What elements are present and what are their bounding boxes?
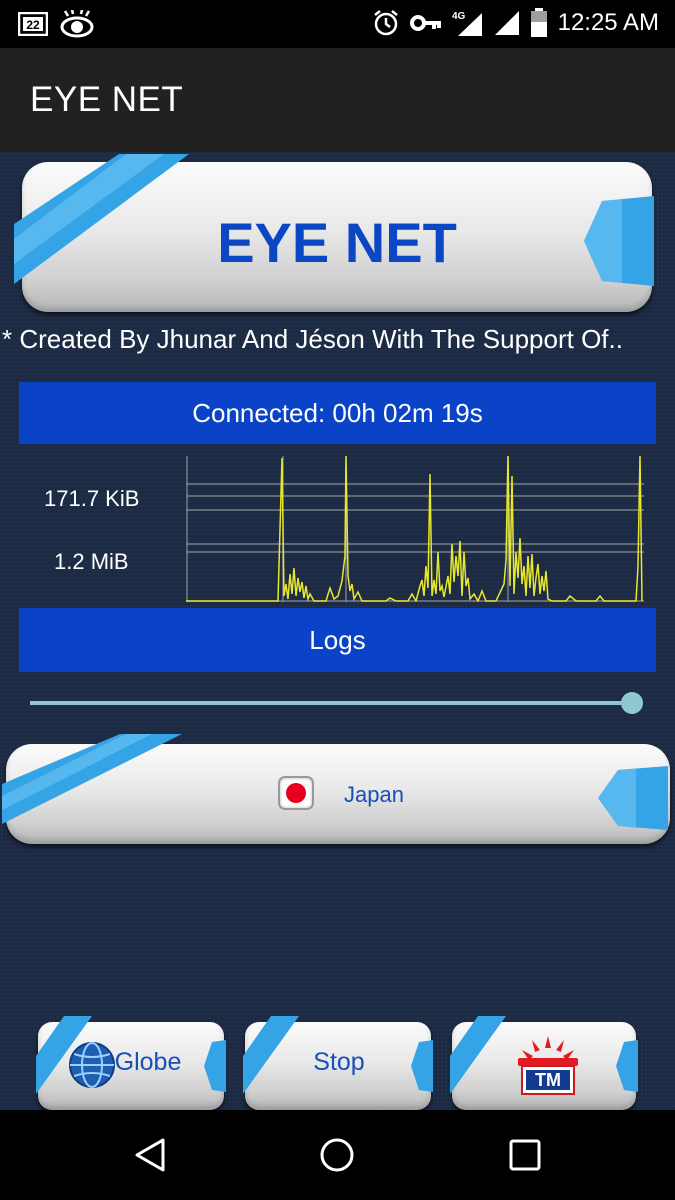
- ribbon-left-decoration: [2, 734, 182, 824]
- server-selector[interactable]: Japan: [2, 734, 670, 846]
- app-bar: EYE NET: [0, 48, 675, 152]
- japan-flag-icon: [278, 776, 314, 810]
- main-content: EYE NET * Created By Jhunar And Jéson Wi…: [0, 152, 675, 1110]
- ribbon-left-decoration: [450, 1016, 506, 1094]
- slider-thumb[interactable]: [621, 692, 643, 714]
- stop-button[interactable]: Stop: [243, 1016, 433, 1110]
- app-banner: EYE NET: [14, 154, 654, 312]
- logs-button[interactable]: Logs: [19, 608, 656, 672]
- connection-status-bar: Connected: 00h 02m 19s: [19, 382, 656, 444]
- globe-button[interactable]: Globe: [36, 1016, 226, 1110]
- battery-icon: [530, 8, 548, 38]
- notification-count-icon: 22: [18, 12, 48, 36]
- navigation-bar: [0, 1110, 675, 1200]
- ribbon-right-decoration: [616, 1040, 638, 1092]
- clock: 12:25 AM: [557, 9, 659, 36]
- tm-logo-icon: TM: [518, 1036, 578, 1095]
- graph-grid: [186, 456, 644, 602]
- network-type-label: 4G: [452, 11, 466, 22]
- download-rate-label: 1.2 MiB: [54, 549, 129, 574]
- credit-text: * Created By Jhunar And Jéson With The S…: [2, 324, 623, 354]
- alarm-icon: [372, 9, 400, 37]
- recents-icon[interactable]: [509, 1139, 541, 1171]
- tm-logo-text: TM: [535, 1070, 561, 1090]
- ribbon-right-decoration: [598, 766, 668, 830]
- server-label: Japan: [344, 782, 404, 807]
- traffic-graph: [186, 456, 644, 602]
- signal-icon: [494, 10, 520, 36]
- slider-track: [30, 701, 630, 705]
- signal-4g-icon: 4G: [452, 9, 484, 37]
- home-icon[interactable]: [320, 1138, 354, 1172]
- eye-icon: [60, 10, 94, 38]
- app-title: EYE NET: [30, 80, 184, 119]
- notification-badge: 22: [26, 18, 40, 32]
- slider[interactable]: [30, 690, 644, 716]
- connection-status-text: Connected: 00h 02m 19s: [192, 397, 483, 428]
- stop-button-label: Stop: [313, 1048, 365, 1076]
- logs-button-label: Logs: [309, 624, 366, 655]
- banner-title: EYE NET: [217, 211, 457, 274]
- globe-button-label: Globe: [114, 1048, 182, 1076]
- upload-rate-label: 171.7 KiB: [44, 486, 140, 511]
- back-icon[interactable]: [134, 1138, 166, 1172]
- tm-button[interactable]: TM: [450, 1016, 640, 1110]
- key-icon: [409, 13, 442, 33]
- status-bar: 22 4G 12:25 AM: [0, 0, 675, 48]
- traffic-line: [186, 456, 643, 602]
